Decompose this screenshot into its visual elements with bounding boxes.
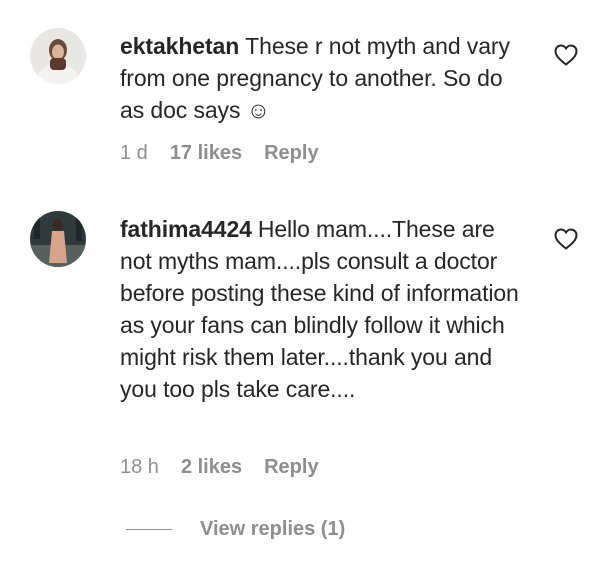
user-avatar[interactable] [30,28,86,84]
comment-time: 1 d [120,142,148,164]
comment-body: ektakhetan These r not myth and vary from… [120,30,520,126]
heart-icon[interactable] [554,228,578,250]
view-replies-divider [126,529,172,530]
comment-text: Hello mam....These are not myths mam....… [120,216,519,402]
comment-likes[interactable]: 17 likes [170,142,242,165]
comment-meta: 18 h 2 likes Reply [120,456,319,479]
heart-icon[interactable] [554,44,578,66]
view-replies-button[interactable]: View replies (1) [126,518,345,541]
comment-likes[interactable]: 2 likes [181,456,242,479]
reply-button[interactable]: Reply [264,142,318,165]
user-avatar[interactable] [30,211,86,267]
avatar-image [30,28,86,84]
comment-username[interactable]: ektakhetan [120,33,239,59]
comment-meta: 1 d 17 likes Reply [120,142,319,165]
comment-username[interactable]: fathima4424 [120,216,252,242]
avatar-image [30,211,86,267]
comment-time: 18 h [120,456,159,478]
view-replies-label: View replies (1) [200,518,346,540]
reply-button[interactable]: Reply [264,456,318,479]
comment-body: fathima4424 Hello mam....These are not my… [120,213,520,405]
